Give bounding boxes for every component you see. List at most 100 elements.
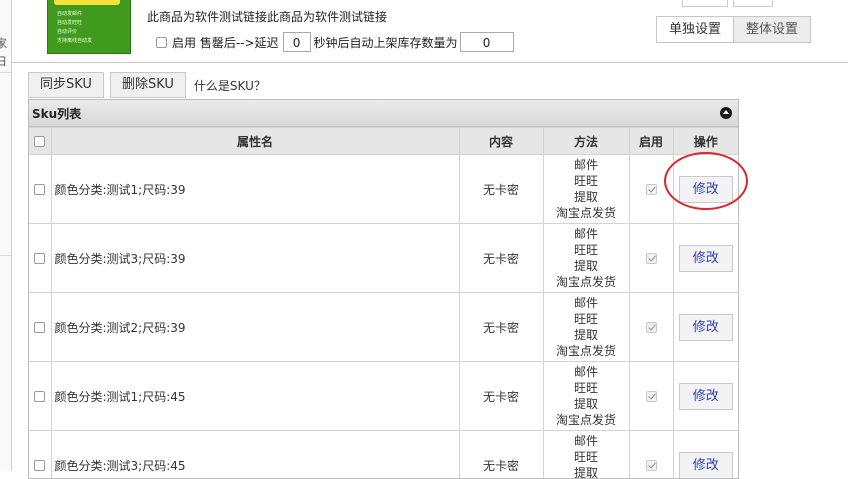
sku-attribute: 颜色分类:测试1;尺码:39: [51, 155, 459, 224]
row-checkbox[interactable]: [34, 460, 45, 471]
table-row: 颜色分类:测试2;尺码:39 无卡密 邮件 旺旺 提取 淘宝点发货 修改: [29, 293, 738, 362]
method-item: 淘宝点发货: [544, 412, 629, 428]
what-is-sku-link[interactable]: 什么是SKU？: [194, 77, 266, 94]
panel-header: Sku列表: [29, 100, 738, 127]
thumbnail-text: 自动发邮件: [57, 10, 82, 17]
method-item: 淘宝点发货: [544, 205, 629, 221]
edit-button[interactable]: 修改: [679, 452, 733, 479]
table-row: 颜色分类:测试3;尺码:45 无卡密 邮件 旺旺 提取 淘宝点发货 修改: [29, 431, 738, 479]
collapse-icon[interactable]: [720, 107, 732, 119]
settings-tab-group: 单独设置 整体设置: [656, 16, 811, 43]
left-divider: [0, 72, 11, 73]
row-select-cell: [29, 224, 51, 293]
table-row: 颜色分类:测试1;尺码:45 无卡密 邮件 旺旺 提取 淘宝点发货 修改: [29, 362, 738, 431]
product-thumbnail: 自动发邮件 自动发旺旺 自动评价 支持离线自动发: [47, 0, 131, 54]
method-item: 旺旺: [544, 449, 629, 465]
method-item: 邮件: [544, 433, 629, 449]
column-header-enable: 启用: [629, 128, 673, 155]
edit-button[interactable]: 修改: [679, 176, 733, 203]
whole-settings-tab[interactable]: 整体设置: [734, 16, 811, 43]
method-item: 提取: [544, 465, 629, 479]
select-all-checkbox[interactable]: [34, 136, 45, 147]
edit-button[interactable]: 修改: [679, 314, 733, 341]
sku-action-cell: 修改: [673, 224, 738, 293]
column-header-op: 操作: [673, 128, 738, 155]
sku-delivery-methods: 邮件 旺旺 提取 淘宝点发货: [543, 155, 629, 224]
sku-enable-cell: [629, 362, 673, 431]
top-button-partial[interactable]: [733, 0, 773, 7]
sku-delivery-methods: 邮件 旺旺 提取 淘宝点发货: [543, 431, 629, 479]
edit-button[interactable]: 修改: [679, 383, 733, 410]
delete-sku-button[interactable]: 删除SKU: [110, 72, 186, 98]
enable-relist-checkbox[interactable]: [156, 37, 167, 48]
delay-seconds-input[interactable]: 0: [283, 32, 311, 52]
delay-suffix-label: 秒钟后自动上架库存数量为: [314, 34, 458, 51]
sku-enable-checkbox[interactable]: [646, 460, 657, 471]
sku-enable-checkbox[interactable]: [646, 253, 657, 264]
row-select-cell: [29, 362, 51, 431]
sku-action-cell: 修改: [673, 155, 738, 224]
thumbnail-banner: [54, 0, 120, 5]
sku-enable-cell: [629, 293, 673, 362]
left-panel-edge: 家 日: [0, 0, 12, 471]
sku-delivery-methods: 邮件 旺旺 提取 淘宝点发货: [543, 293, 629, 362]
edit-button[interactable]: 修改: [679, 245, 733, 272]
method-item: 旺旺: [544, 173, 629, 189]
auto-relist-option: 启用 售罄后-->延迟 0 秒钟后自动上架库存数量为 0: [156, 31, 514, 53]
sku-delivery-methods: 邮件 旺旺 提取 淘宝点发货: [543, 362, 629, 431]
method-item: 邮件: [544, 364, 629, 380]
sku-action-cell: 修改: [673, 362, 738, 431]
column-header-content: 内容: [459, 128, 543, 155]
method-item: 邮件: [544, 226, 629, 242]
stock-quantity-input[interactable]: 0: [460, 32, 514, 52]
left-divider: [0, 255, 11, 256]
enable-relist-label: 启用 售罄后-->延迟: [172, 34, 279, 51]
method-item: 提取: [544, 258, 629, 274]
sku-enable-checkbox[interactable]: [646, 391, 657, 402]
column-header-attr: 属性名: [51, 128, 459, 155]
product-description: 此商品为软件测试链接此商品为软件测试链接: [147, 8, 387, 25]
sku-attribute: 颜色分类:测试2;尺码:39: [51, 293, 459, 362]
sku-enable-checkbox[interactable]: [646, 184, 657, 195]
sku-content: 无卡密: [459, 155, 543, 224]
select-all-cell: [29, 128, 51, 155]
sku-content: 无卡密: [459, 362, 543, 431]
sku-delivery-methods: 邮件 旺旺 提取 淘宝点发货: [543, 224, 629, 293]
sku-enable-cell: [629, 155, 673, 224]
row-checkbox[interactable]: [34, 391, 45, 402]
method-item: 淘宝点发货: [544, 274, 629, 290]
sku-attribute: 颜色分类:测试3;尺码:45: [51, 431, 459, 479]
sku-action-cell: 修改: [673, 293, 738, 362]
single-settings-tab[interactable]: 单独设置: [656, 16, 734, 43]
column-header-method: 方法: [543, 128, 629, 155]
sku-toolbar: 同步SKU 删除SKU 什么是SKU？: [28, 72, 266, 98]
table-row: 颜色分类:测试3;尺码:39 无卡密 邮件 旺旺 提取 淘宝点发货 修改: [29, 224, 738, 293]
row-checkbox[interactable]: [34, 184, 45, 195]
sku-enable-checkbox[interactable]: [646, 322, 657, 333]
method-item: 旺旺: [544, 311, 629, 327]
sku-enable-cell: [629, 224, 673, 293]
row-select-cell: [29, 293, 51, 362]
sync-sku-button[interactable]: 同步SKU: [28, 72, 104, 98]
row-select-cell: [29, 155, 51, 224]
sku-content: 无卡密: [459, 431, 543, 479]
method-item: 提取: [544, 396, 629, 412]
sku-enable-cell: [629, 431, 673, 479]
table-header-row: 属性名 内容 方法 启用 操作: [29, 128, 738, 155]
method-item: 淘宝点发货: [544, 343, 629, 359]
thumbnail-text: 自动评价: [57, 28, 77, 35]
left-fragment-text-1: 家: [0, 35, 7, 51]
row-checkbox[interactable]: [34, 253, 45, 264]
sku-attribute: 颜色分类:测试3;尺码:39: [51, 224, 459, 293]
method-item: 邮件: [544, 157, 629, 173]
sku-content: 无卡密: [459, 224, 543, 293]
method-item: 提取: [544, 327, 629, 343]
panel-title: Sku列表: [32, 105, 81, 122]
top-button-partial[interactable]: [682, 0, 728, 7]
row-select-cell: [29, 431, 51, 479]
row-checkbox[interactable]: [34, 322, 45, 333]
sku-table: 属性名 内容 方法 启用 操作 颜色分类:测试1;尺码:39 无卡密 邮件 旺旺…: [29, 127, 738, 479]
thumbnail-text: 支持离线自动发: [57, 37, 92, 44]
section-divider: [11, 62, 848, 63]
method-item: 邮件: [544, 295, 629, 311]
